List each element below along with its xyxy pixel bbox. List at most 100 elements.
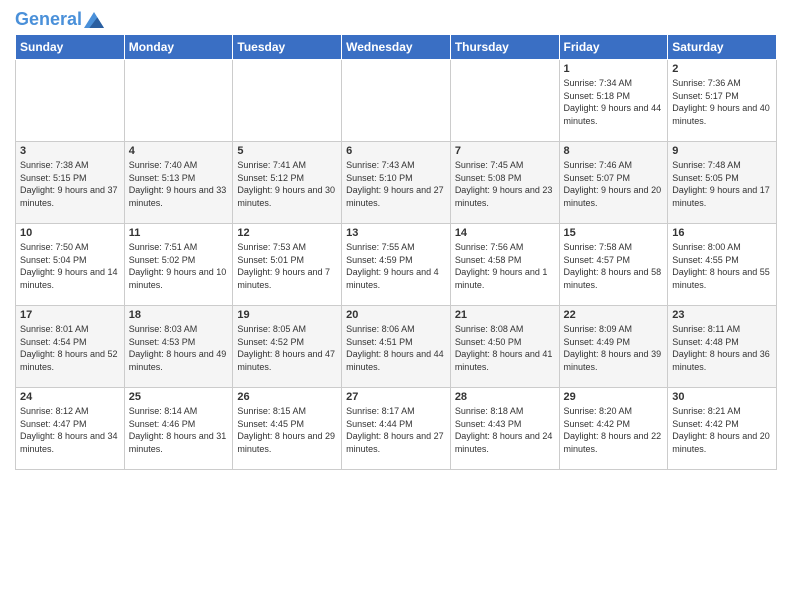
page-header: General (15, 10, 777, 26)
col-header-thursday: Thursday (450, 35, 559, 60)
calendar-cell: 8 Sunrise: 7:46 AMSunset: 5:07 PMDaylight… (559, 142, 668, 224)
calendar-cell: 12 Sunrise: 7:53 AMSunset: 5:01 PMDayligh… (233, 224, 342, 306)
calendar-cell: 15 Sunrise: 7:58 AMSunset: 4:57 PMDayligh… (559, 224, 668, 306)
day-info: Sunrise: 7:56 AMSunset: 4:58 PMDaylight:… (455, 241, 555, 291)
calendar-cell: 25 Sunrise: 8:14 AMSunset: 4:46 PMDayligh… (124, 388, 233, 470)
calendar-cell: 27 Sunrise: 8:17 AMSunset: 4:44 PMDayligh… (342, 388, 451, 470)
week-row-1: 1 Sunrise: 7:34 AMSunset: 5:18 PMDaylight… (16, 60, 777, 142)
calendar-cell: 16 Sunrise: 8:00 AMSunset: 4:55 PMDayligh… (668, 224, 777, 306)
col-header-friday: Friday (559, 35, 668, 60)
day-number: 10 (20, 227, 120, 239)
calendar-table: SundayMondayTuesdayWednesdayThursdayFrid… (15, 34, 777, 470)
day-number: 7 (455, 145, 555, 157)
day-info: Sunrise: 8:06 AMSunset: 4:51 PMDaylight:… (346, 323, 446, 373)
calendar-cell: 23Sunrise: 8:11 AMSunset: 4:48 PMDayligh… (668, 306, 777, 388)
day-info: Sunrise: 7:45 AMSunset: 5:08 PMDaylight:… (455, 159, 555, 209)
day-number: 22 (564, 309, 664, 321)
day-number: 11 (129, 227, 229, 239)
day-info: Sunrise: 7:43 AMSunset: 5:10 PMDaylight:… (346, 159, 446, 209)
day-info: Sunrise: 8:18 AMSunset: 4:43 PMDaylight:… (455, 405, 555, 455)
day-number: 21 (455, 309, 555, 321)
calendar-cell: 13 Sunrise: 7:55 AMSunset: 4:59 PMDayligh… (342, 224, 451, 306)
day-info: Sunrise: 7:50 AMSunset: 5:04 PMDaylight:… (20, 241, 120, 291)
day-number: 15 (564, 227, 664, 239)
day-number: 19 (237, 309, 337, 321)
calendar-cell: 14 Sunrise: 7:56 AMSunset: 4:58 PMDayligh… (450, 224, 559, 306)
day-number: 14 (455, 227, 555, 239)
calendar-cell: 5Sunrise: 7:41 AMSunset: 5:12 PMDaylight… (233, 142, 342, 224)
week-row-4: 17 Sunrise: 8:01 AMSunset: 4:54 PMDayligh… (16, 306, 777, 388)
day-info: Sunrise: 8:00 AMSunset: 4:55 PMDaylight:… (672, 241, 772, 291)
day-info: Sunrise: 7:40 AMSunset: 5:13 PMDaylight:… (129, 159, 229, 209)
day-number: 30 (672, 391, 772, 403)
calendar-cell (342, 60, 451, 142)
calendar-cell: 9 Sunrise: 7:48 AMSunset: 5:05 PMDaylight… (668, 142, 777, 224)
header-row: SundayMondayTuesdayWednesdayThursdayFrid… (16, 35, 777, 60)
calendar-cell: 26Sunrise: 8:15 AMSunset: 4:45 PMDayligh… (233, 388, 342, 470)
calendar-cell (233, 60, 342, 142)
calendar-cell: 29 Sunrise: 8:20 AMSunset: 4:42 PMDayligh… (559, 388, 668, 470)
calendar-cell: 17 Sunrise: 8:01 AMSunset: 4:54 PMDayligh… (16, 306, 125, 388)
week-row-2: 3Sunrise: 7:38 AMSunset: 5:15 PMDaylight… (16, 142, 777, 224)
col-header-saturday: Saturday (668, 35, 777, 60)
calendar-cell: 1 Sunrise: 7:34 AMSunset: 5:18 PMDaylight… (559, 60, 668, 142)
day-number: 25 (129, 391, 229, 403)
day-number: 13 (346, 227, 446, 239)
calendar-cell: 21 Sunrise: 8:08 AMSunset: 4:50 PMDayligh… (450, 306, 559, 388)
day-number: 6 (346, 145, 446, 157)
day-number: 12 (237, 227, 337, 239)
day-number: 28 (455, 391, 555, 403)
day-number: 27 (346, 391, 446, 403)
week-row-3: 10 Sunrise: 7:50 AMSunset: 5:04 PMDayligh… (16, 224, 777, 306)
day-info: Sunrise: 7:46 AMSunset: 5:07 PMDaylight:… (564, 159, 664, 209)
col-header-sunday: Sunday (16, 35, 125, 60)
calendar-cell: 10 Sunrise: 7:50 AMSunset: 5:04 PMDayligh… (16, 224, 125, 306)
day-number: 5 (237, 145, 337, 157)
day-info: Sunrise: 8:14 AMSunset: 4:46 PMDaylight:… (129, 405, 229, 455)
day-number: 24 (20, 391, 120, 403)
day-info: Sunrise: 8:01 AMSunset: 4:54 PMDaylight:… (20, 323, 120, 373)
calendar-cell: 19Sunrise: 8:05 AMSunset: 4:52 PMDayligh… (233, 306, 342, 388)
col-header-tuesday: Tuesday (233, 35, 342, 60)
day-number: 17 (20, 309, 120, 321)
calendar-cell: 18Sunrise: 8:03 AMSunset: 4:53 PMDayligh… (124, 306, 233, 388)
day-info: Sunrise: 8:08 AMSunset: 4:50 PMDaylight:… (455, 323, 555, 373)
day-number: 29 (564, 391, 664, 403)
logo-icon (84, 10, 104, 30)
calendar-cell: 3Sunrise: 7:38 AMSunset: 5:15 PMDaylight… (16, 142, 125, 224)
calendar-cell: 11 Sunrise: 7:51 AMSunset: 5:02 PMDayligh… (124, 224, 233, 306)
calendar-cell: 6 Sunrise: 7:43 AMSunset: 5:10 PMDaylight… (342, 142, 451, 224)
day-number: 4 (129, 145, 229, 157)
logo: General (15, 10, 104, 26)
day-info: Sunrise: 7:51 AMSunset: 5:02 PMDaylight:… (129, 241, 229, 291)
logo-text: General (15, 10, 82, 30)
day-number: 3 (20, 145, 120, 157)
col-header-wednesday: Wednesday (342, 35, 451, 60)
day-info: Sunrise: 7:53 AMSunset: 5:01 PMDaylight:… (237, 241, 337, 291)
day-number: 2 (672, 63, 772, 75)
day-info: Sunrise: 7:48 AMSunset: 5:05 PMDaylight:… (672, 159, 772, 209)
day-number: 1 (564, 63, 664, 75)
day-number: 16 (672, 227, 772, 239)
calendar-cell: 4 Sunrise: 7:40 AMSunset: 5:13 PMDaylight… (124, 142, 233, 224)
day-info: Sunrise: 7:58 AMSunset: 4:57 PMDaylight:… (564, 241, 664, 291)
calendar-cell: 30 Sunrise: 8:21 AMSunset: 4:42 PMDayligh… (668, 388, 777, 470)
calendar-cell: 24 Sunrise: 8:12 AMSunset: 4:47 PMDayligh… (16, 388, 125, 470)
day-info: Sunrise: 8:21 AMSunset: 4:42 PMDaylight:… (672, 405, 772, 455)
calendar-cell: 22Sunrise: 8:09 AMSunset: 4:49 PMDayligh… (559, 306, 668, 388)
day-info: Sunrise: 7:34 AMSunset: 5:18 PMDaylight:… (564, 77, 664, 127)
day-info: Sunrise: 8:20 AMSunset: 4:42 PMDaylight:… (564, 405, 664, 455)
day-info: Sunrise: 8:15 AMSunset: 4:45 PMDaylight:… (237, 405, 337, 455)
day-number: 8 (564, 145, 664, 157)
day-number: 9 (672, 145, 772, 157)
day-info: Sunrise: 8:12 AMSunset: 4:47 PMDaylight:… (20, 405, 120, 455)
day-info: Sunrise: 8:11 AMSunset: 4:48 PMDaylight:… (672, 323, 772, 373)
calendar-cell: 2Sunrise: 7:36 AMSunset: 5:17 PMDaylight… (668, 60, 777, 142)
day-info: Sunrise: 8:17 AMSunset: 4:44 PMDaylight:… (346, 405, 446, 455)
day-number: 18 (129, 309, 229, 321)
day-info: Sunrise: 7:55 AMSunset: 4:59 PMDaylight:… (346, 241, 446, 291)
calendar-cell (124, 60, 233, 142)
page-container: General SundayMondayTuesdayWednesdayThur… (0, 0, 792, 480)
col-header-monday: Monday (124, 35, 233, 60)
calendar-cell: 28 Sunrise: 8:18 AMSunset: 4:43 PMDayligh… (450, 388, 559, 470)
